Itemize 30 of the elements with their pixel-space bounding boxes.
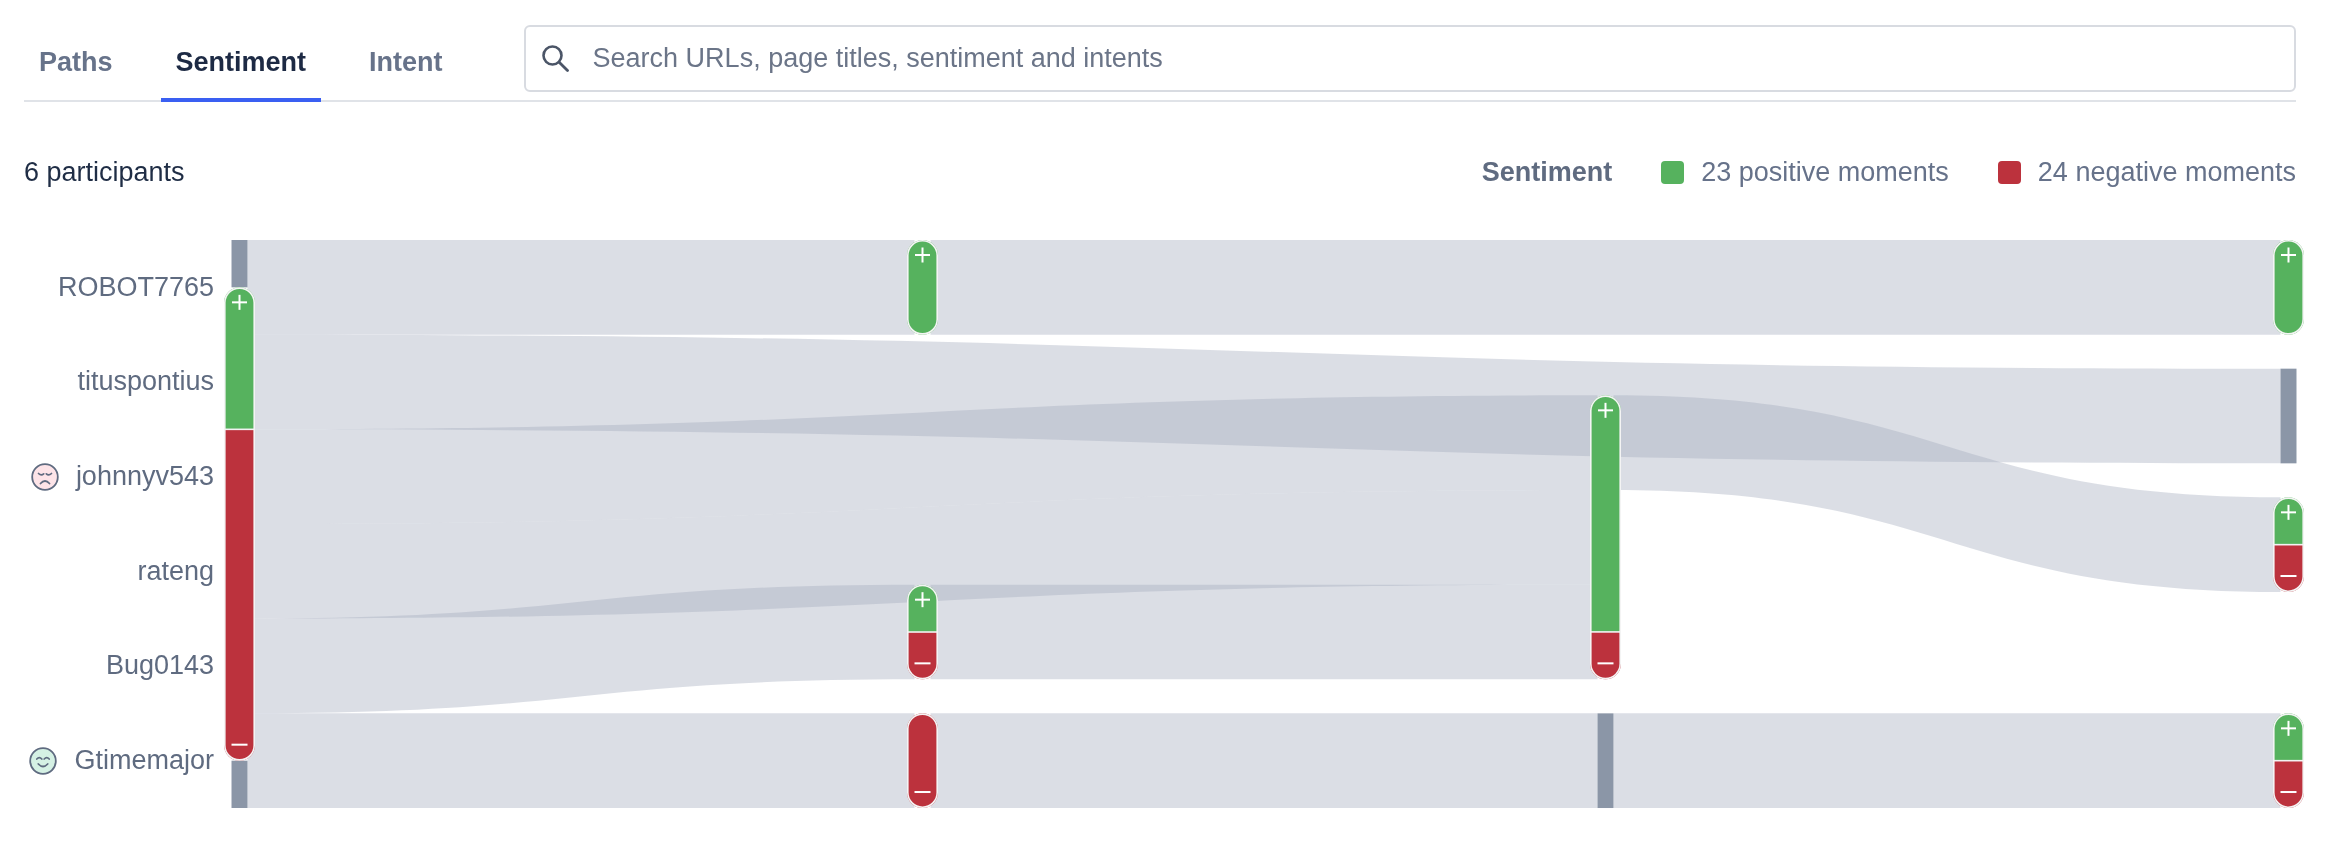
minus-icon — [914, 791, 931, 793]
legend-title: Sentiment — [1481, 156, 1613, 188]
plus-icon — [915, 247, 930, 263]
plus-icon — [915, 592, 930, 608]
legend-label: 24 negative moments — [2037, 156, 2296, 188]
participant-name: johnnyv543 — [75, 461, 214, 493]
participant-name: rateng — [137, 555, 214, 587]
minus-icon — [2280, 791, 2297, 793]
tab[interactable]: Paths — [24, 27, 128, 102]
minus-icon — [2280, 575, 2297, 577]
participant-name: Gtimemajor — [74, 745, 214, 777]
participant-name: tituspontius — [77, 366, 214, 398]
participant-name: ROBOT7765 — [57, 271, 214, 303]
minus-icon — [914, 662, 931, 665]
minus-icon — [1597, 662, 1614, 665]
plus-icon — [2281, 504, 2296, 520]
tab[interactable]: Sentiment — [160, 27, 322, 102]
search-icon — [540, 44, 569, 72]
plus-icon — [232, 294, 247, 310]
minus-icon — [231, 743, 248, 746]
plus-icon — [2281, 720, 2296, 736]
sad-face-icon — [30, 462, 59, 491]
participant-count: 6 participants — [24, 156, 185, 188]
search-field[interactable]: Search URLs, page titles, sentiment and intents — [523, 25, 2296, 92]
plus-icon — [1598, 402, 1613, 418]
plus-icon — [2281, 247, 2296, 263]
tab[interactable]: Intent — [354, 27, 458, 102]
participant-name: Bug0143 — [105, 650, 214, 682]
happy-face-icon — [29, 746, 58, 775]
legend-label: 23 positive moments — [1701, 156, 1949, 188]
